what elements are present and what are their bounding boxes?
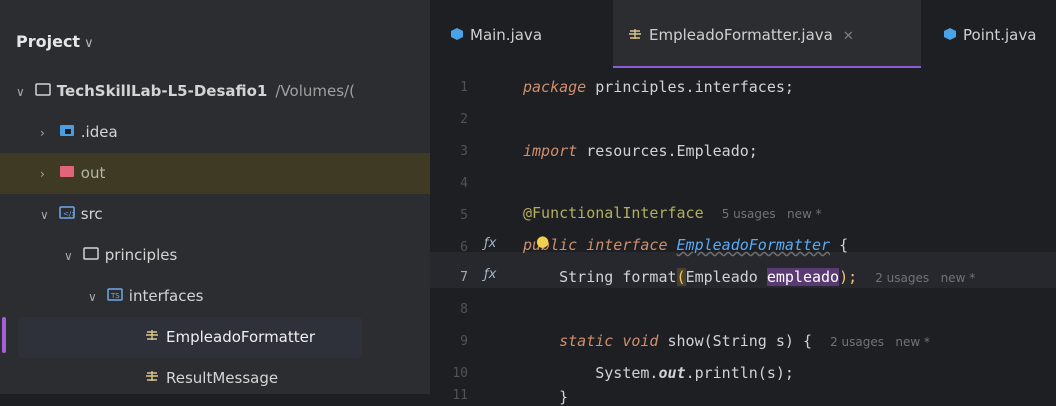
tree-item-label: ResultMessage — [166, 369, 279, 387]
code-text: { — [830, 236, 849, 254]
tab-point-java[interactable]: Point.java — [943, 0, 1036, 70]
package-icon — [83, 235, 99, 276]
tree-item-label: src — [80, 205, 103, 223]
param-highlight: empleado — [766, 268, 840, 286]
functional-interface-icon — [144, 358, 160, 399]
line-number: 11 — [452, 388, 468, 403]
code-text: .println(s); — [685, 364, 794, 382]
tree-item-root[interactable]: ∨ TechSkillLab-L5-Desafio1/Volumes/( — [0, 71, 430, 112]
line-number: 9 — [460, 334, 468, 349]
tree-item-label: interfaces — [128, 287, 204, 305]
keyword: static — [559, 332, 614, 350]
tree-item-out[interactable]: › out — [0, 153, 430, 194]
usage-hint[interactable]: 2 usages new * — [875, 271, 975, 285]
tree-item-empleadoformatter[interactable]: EmpleadoFormatter — [18, 317, 362, 358]
code-line-7[interactable]: String format(Empleado empleado); 2 usag… — [523, 268, 975, 286]
code-line-5[interactable]: @FunctionalInterface 5 usages new * — [523, 204, 822, 222]
tab-empleadoformatter-java[interactable]: EmpleadoFormatter.java ✕ — [613, 0, 921, 68]
code-text: out — [658, 364, 686, 382]
java-class-icon — [450, 1, 464, 71]
lightbulb-icon[interactable]: ● — [536, 232, 549, 250]
tab-label: Point.java — [963, 26, 1037, 44]
close-icon[interactable]: ✕ — [843, 29, 854, 44]
chevron-down-icon: ∨ — [84, 36, 94, 51]
tree-item-label: principles — [104, 246, 178, 264]
chevron-down-icon: ∨ — [16, 85, 25, 99]
line-number: 8 — [460, 302, 468, 317]
annotation: @FunctionalInterface — [523, 204, 704, 222]
tree-item-label: EmpleadoFormatter — [166, 328, 316, 346]
folder-excluded-icon — [59, 153, 75, 194]
folder-icon — [35, 71, 51, 112]
code-line-11[interactable]: } — [523, 388, 568, 406]
folder-idea-icon — [59, 112, 75, 153]
tree-item-idea[interactable]: › .idea — [0, 112, 430, 153]
line-number: 2 — [460, 112, 468, 127]
java-class-icon — [943, 1, 957, 71]
project-title: Project — [16, 32, 81, 51]
function-gutter-icon[interactable]: ƒx — [484, 267, 496, 282]
selection-marker — [2, 317, 6, 353]
svg-text:TS: TS — [110, 292, 120, 300]
interface-name: EmpleadoFormatter — [676, 236, 831, 254]
keyword: interface — [586, 236, 668, 254]
code-line-9[interactable]: static void show(String s) { 2 usages ne… — [523, 332, 930, 350]
usage-hint[interactable]: 5 usages new * — [722, 207, 822, 221]
code-text: ); — [839, 268, 858, 286]
tree-item-interfaces[interactable]: ∨ TS interfaces — [0, 276, 430, 317]
chevron-right-icon: › — [40, 126, 45, 140]
code-line-1[interactable]: package principles.interfaces; — [523, 78, 794, 96]
function-gutter-icon[interactable]: ƒx — [484, 236, 496, 251]
functional-interface-icon — [144, 317, 160, 358]
tab-label: Main.java — [470, 26, 543, 44]
code-text: principles.interfaces; — [586, 78, 794, 96]
project-name: TechSkillLab-L5-Desafio1 — [56, 82, 268, 100]
tab-label: EmpleadoFormatter.java — [649, 26, 833, 44]
code-text: resources.Empleado; — [577, 142, 758, 160]
editor-tab-bar: Main.java EmpleadoFormatter.java ✕ Point.… — [430, 0, 1056, 70]
tab-main-java[interactable]: Main.java — [450, 0, 542, 70]
line-number: 10 — [452, 366, 468, 381]
code-text: String format — [559, 268, 677, 286]
svg-text:</>: </> — [63, 210, 75, 218]
code-text: } — [559, 388, 569, 406]
project-path: /Volumes/( — [275, 82, 355, 100]
chevron-down-icon: ∨ — [88, 290, 97, 304]
keyword: void — [622, 332, 659, 350]
tree-item-label: .idea — [80, 123, 118, 141]
line-number: 4 — [460, 176, 468, 191]
code-line-3[interactable]: import resources.Empleado; — [523, 142, 758, 160]
code-text: System. — [595, 364, 659, 382]
code-text: show(String s) { — [658, 332, 812, 350]
line-number: 6 — [460, 240, 468, 255]
code-line-10[interactable]: System.out.println(s); — [523, 364, 794, 382]
code-text: Empleado — [685, 268, 767, 286]
chevron-down-icon: ∨ — [40, 208, 49, 222]
line-number: 3 — [460, 144, 468, 159]
paren-open: ( — [676, 268, 686, 286]
line-number: 1 — [460, 80, 468, 95]
tree-item-src[interactable]: ∨ </> src — [0, 194, 430, 235]
line-number: 5 — [460, 208, 468, 223]
tree-item-label: out — [80, 164, 106, 182]
code-line-6[interactable]: public interface EmpleadoFormatter { — [523, 236, 848, 254]
source-folder-icon: </> — [59, 194, 77, 235]
tree-item-resultmessage[interactable]: ResultMessage — [0, 358, 430, 399]
chevron-down-icon: ∨ — [64, 249, 73, 263]
keyword: import — [523, 142, 578, 160]
tree-item-principles[interactable]: ∨ principles — [0, 235, 430, 276]
chevron-right-icon: › — [40, 167, 45, 181]
functional-interface-icon — [627, 1, 643, 71]
usage-hint[interactable]: 2 usages new * — [830, 335, 930, 349]
keyword: public — [523, 236, 578, 254]
project-panel: Project ∨ ∨ TechSkillLab-L5-Desafio1/Volu… — [0, 0, 430, 394]
line-number: 7 — [460, 270, 468, 285]
package-icon: TS — [107, 276, 123, 317]
keyword: package — [523, 78, 587, 96]
